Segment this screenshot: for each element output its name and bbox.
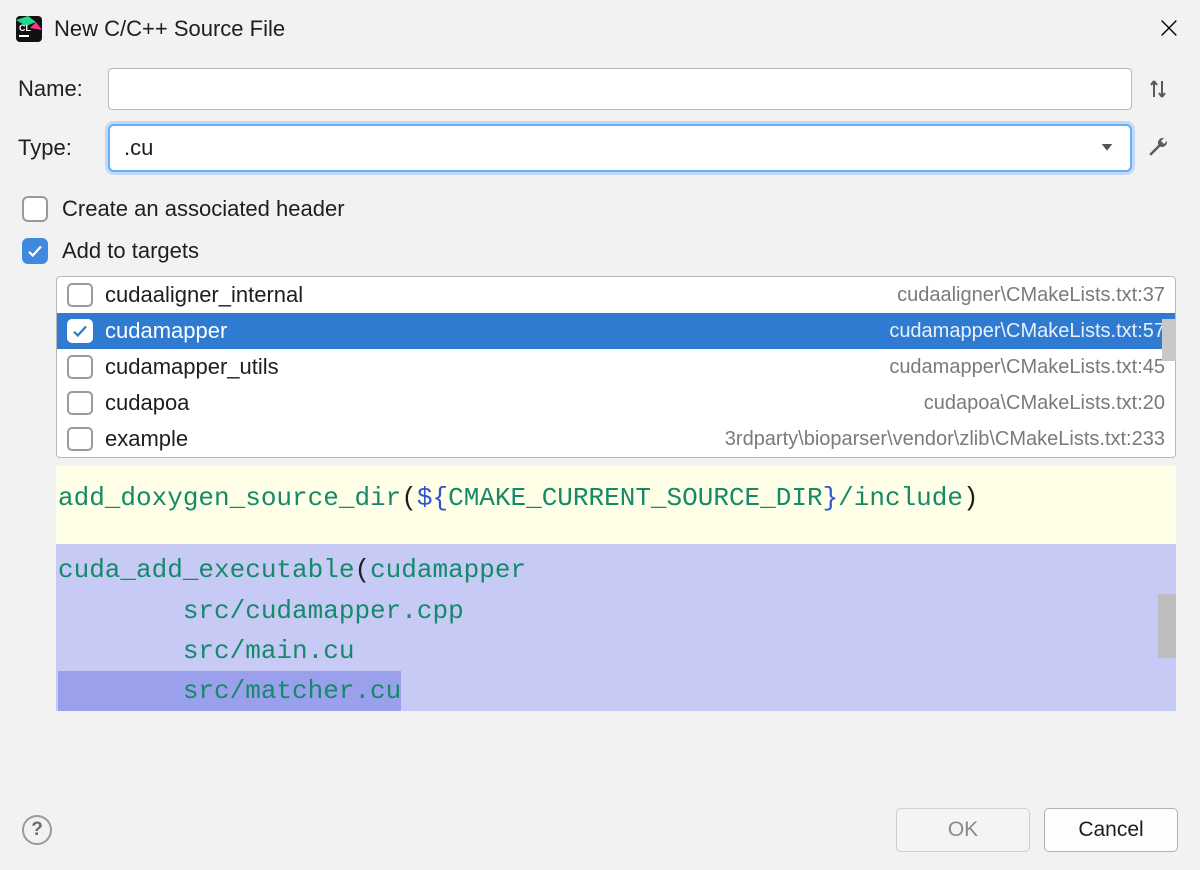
target-name: cudapoa (105, 390, 189, 416)
ok-button[interactable]: OK (896, 808, 1030, 852)
targets-scrollbar[interactable] (1162, 276, 1176, 458)
svg-text:CL: CL (19, 23, 31, 33)
title-bar: CL New C/C++ Source File (0, 0, 1200, 56)
target-row[interactable]: cudamapper_utils cudamapper\CMakeLists.tx… (57, 349, 1175, 385)
type-row: Type: .cu (18, 124, 1176, 172)
code-line: src/main.cu (56, 631, 1176, 671)
target-checkbox[interactable] (67, 283, 93, 307)
target-name: cudamapper_utils (105, 354, 279, 380)
target-path: cudamapper\CMakeLists.txt:57 (889, 320, 1165, 343)
add-targets-label: Add to targets (62, 238, 199, 264)
up-down-arrows-icon (1146, 77, 1170, 101)
target-path: 3rdparty\bioparser\vendor\zlib\CMakeList… (725, 428, 1165, 451)
form-area: Name: Type: .cu Create an associated he (0, 56, 1200, 270)
associated-header-checkbox[interactable] (22, 196, 48, 222)
code-preview[interactable]: add_doxygen_source_dir(${CMAKE_CURRENT_S… (56, 466, 1176, 714)
close-icon (1158, 17, 1180, 39)
add-targets-row: Add to targets (18, 228, 1176, 270)
target-name: cudamapper (105, 318, 227, 344)
targets-panel: cudaaligner_internal cudaaligner\CMakeLis… (56, 276, 1176, 458)
scroll-thumb[interactable] (1162, 319, 1176, 361)
target-checkbox[interactable] (67, 319, 93, 343)
target-path: cudapoa\CMakeLists.txt:20 (924, 392, 1165, 415)
target-row[interactable]: cudapoa cudapoa\CMakeLists.txt:20 (57, 385, 1175, 421)
name-input[interactable] (108, 68, 1132, 110)
dialog-title: New C/C++ Source File (54, 16, 285, 42)
add-targets-checkbox[interactable] (22, 238, 48, 264)
associated-header-row: Create an associated header (18, 186, 1176, 228)
type-combobox[interactable]: .cu (108, 124, 1132, 172)
checkmark-icon (26, 242, 44, 260)
checkmark-icon (71, 322, 89, 340)
target-checkbox[interactable] (67, 427, 93, 451)
target-name: cudaaligner_internal (105, 282, 303, 308)
targets-list[interactable]: cudaaligner_internal cudaaligner\CMakeLis… (56, 276, 1176, 458)
chevron-down-icon (1098, 138, 1116, 159)
wrench-icon (1146, 136, 1170, 160)
dialog-footer: ? OK Cancel (0, 790, 1200, 870)
associated-header-label: Create an associated header (62, 196, 345, 222)
name-row: Name: (18, 68, 1176, 110)
sort-toggle-button[interactable] (1140, 77, 1176, 101)
target-row[interactable]: cudaaligner_internal cudaaligner\CMakeLis… (57, 277, 1175, 313)
target-path: cudaaligner\CMakeLists.txt:37 (897, 284, 1165, 307)
new-source-file-dialog: CL New C/C++ Source File Name: Type: .cu (0, 0, 1200, 870)
target-checkbox[interactable] (67, 355, 93, 379)
code-line: src/cudamapper.cpp (56, 591, 1176, 631)
code-line: cuda_add_executable(cudamapper (56, 550, 1176, 590)
type-value: .cu (124, 135, 153, 161)
code-scrollbar[interactable] (1158, 466, 1176, 714)
cancel-button[interactable]: Cancel (1044, 808, 1178, 852)
type-settings-button[interactable] (1140, 136, 1176, 160)
type-label: Type: (18, 135, 108, 161)
close-button[interactable] (1158, 17, 1180, 42)
code-line: add_doxygen_source_dir(${CMAKE_CURRENT_S… (56, 478, 1176, 518)
name-label: Name: (18, 76, 108, 102)
target-row[interactable]: example 3rdparty\bioparser\vendor\zlib\CM… (57, 421, 1175, 457)
target-checkbox[interactable] (67, 391, 93, 415)
clion-logo-icon: CL (16, 16, 42, 42)
help-button[interactable]: ? (22, 815, 52, 845)
target-name: example (105, 426, 188, 452)
target-path: cudamapper\CMakeLists.txt:45 (889, 356, 1165, 379)
code-line: src/matcher.cu (56, 671, 1176, 711)
scroll-thumb[interactable] (1158, 594, 1176, 658)
target-row[interactable]: cudamapper cudamapper\CMakeLists.txt:57 (57, 313, 1175, 349)
